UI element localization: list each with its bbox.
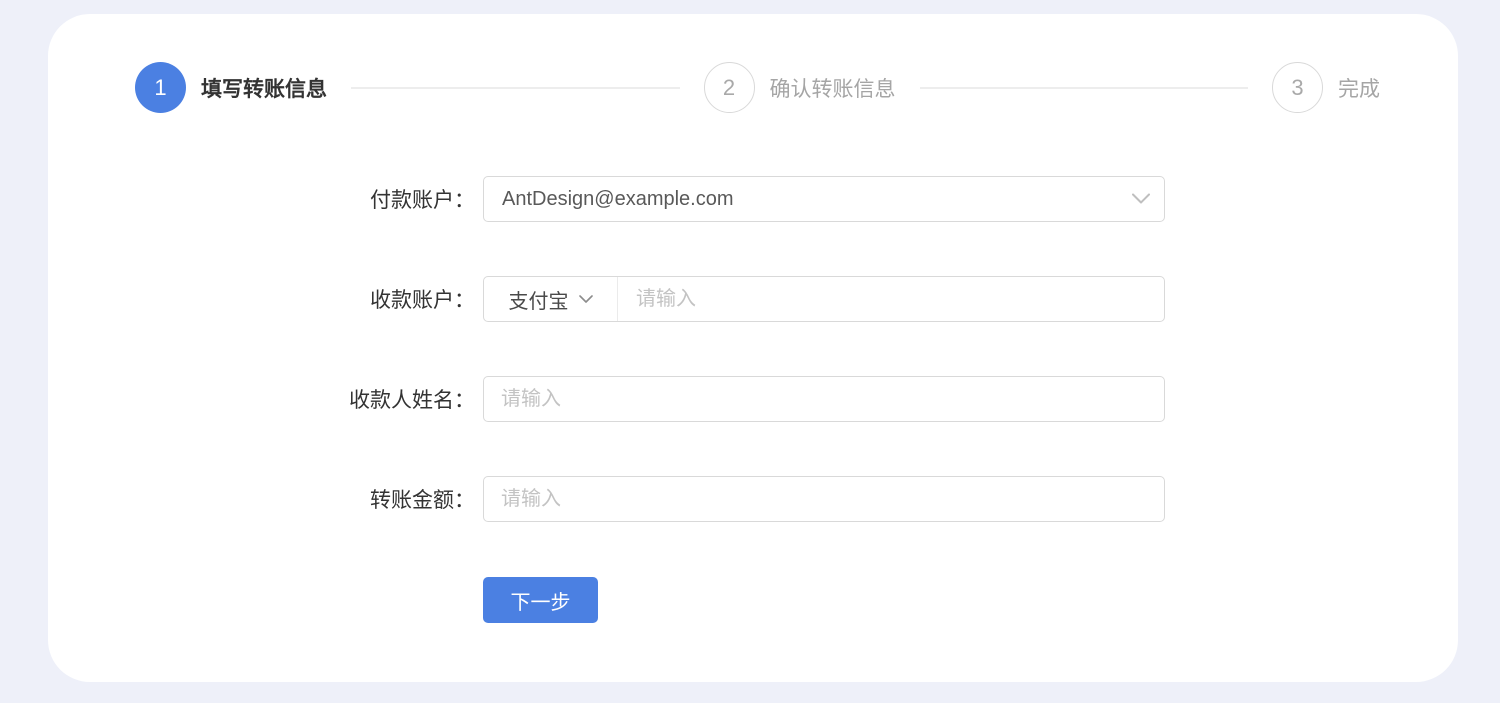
receiving-account-label: 收款账户： [48,284,483,314]
transfer-form-card: 1 填写转账信息 2 确认转账信息 3 完成 付款账户： AntDesign@e… [48,14,1458,682]
payment-account-label: 付款账户： [48,184,483,214]
step-2-circle: 2 [704,62,755,113]
receiving-account-group: 支付宝 [483,276,1165,322]
step-done: 3 完成 [1272,62,1380,113]
chevron-down-icon [579,295,593,304]
receiving-account-type-value: 支付宝 [509,285,569,314]
transfer-form: 付款账户： AntDesign@example.com 收款账户： 支付宝 [48,176,1458,623]
steps-bar: 1 填写转账信息 2 确认转账信息 3 完成 [135,62,1380,113]
step-2-title: 确认转账信息 [770,73,896,103]
chevron-down-icon [1132,194,1150,205]
step-connector [351,87,680,89]
payment-account-value: AntDesign@example.com [502,188,734,211]
receiving-account-input[interactable] [618,277,1164,321]
step-confirm-transfer-info: 2 确认转账信息 [704,62,896,113]
form-row-receiving-account: 收款账户： 支付宝 [48,276,1458,322]
receiving-account-type-select[interactable]: 支付宝 [484,277,618,321]
step-3-title: 完成 [1338,73,1380,103]
step-1-circle: 1 [135,62,186,113]
step-connector [920,87,1249,89]
step-fill-transfer-info: 1 填写转账信息 [135,62,327,113]
transfer-amount-input[interactable] [483,476,1165,522]
transfer-amount-label: 转账金额： [48,484,483,514]
form-row-payee-name: 收款人姓名： [48,376,1458,422]
payee-name-label: 收款人姓名： [48,384,483,414]
step-1-title: 填写转账信息 [201,73,327,103]
step-3-circle: 3 [1272,62,1323,113]
payment-account-select[interactable]: AntDesign@example.com [483,176,1165,222]
payee-name-input[interactable] [483,376,1165,422]
form-row-transfer-amount: 转账金额： [48,476,1458,522]
next-step-button[interactable]: 下一步 [483,577,598,623]
form-row-payment-account: 付款账户： AntDesign@example.com [48,176,1458,222]
